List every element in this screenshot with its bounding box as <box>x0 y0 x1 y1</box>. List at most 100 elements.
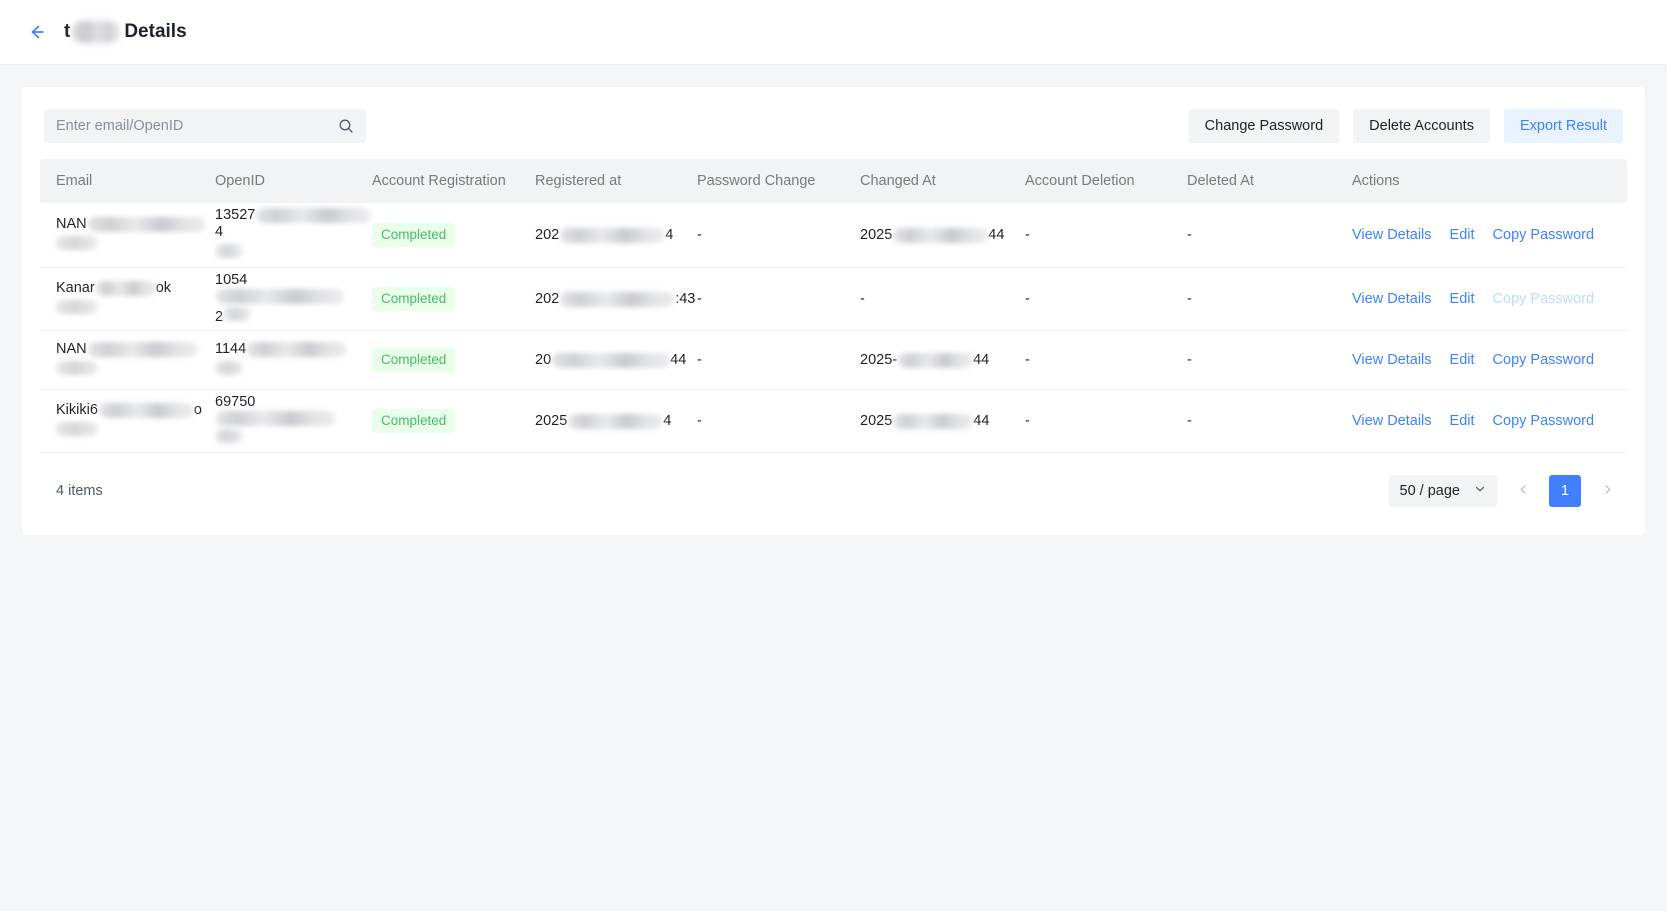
registered-at-prefix: 20 <box>535 351 552 368</box>
redacted-block <box>98 402 194 418</box>
pagination-prev-button[interactable] <box>1507 475 1539 507</box>
cell-account-registration: Completed <box>372 203 535 268</box>
search-input[interactable] <box>56 118 338 134</box>
cell-openid: 69750 <box>215 389 372 453</box>
copy-password-link[interactable]: Copy Password <box>1493 352 1595 368</box>
redacted-block <box>216 411 336 426</box>
cell-password-change: - <box>697 267 860 331</box>
search-box[interactable] <box>44 109 366 143</box>
registered-at-prefix: 202 <box>535 290 560 307</box>
cell-account-deletion: - <box>1025 389 1187 453</box>
page-title-text: Details <box>124 21 187 42</box>
view-details-link[interactable]: View Details <box>1352 291 1432 307</box>
cell-account-deletion: - <box>1025 330 1187 390</box>
pagination-page-1-button[interactable]: 1 <box>1549 475 1581 507</box>
status-badge: Completed <box>372 409 456 433</box>
export-result-button[interactable]: Export Result <box>1503 109 1623 143</box>
column-header-account-registration: Account Registration <box>372 159 535 203</box>
search-icon[interactable] <box>338 118 354 134</box>
cell-deleted-at: - <box>1187 330 1352 390</box>
registered-at-suffix: 4 <box>663 412 672 429</box>
view-details-link[interactable]: View Details <box>1352 413 1432 429</box>
column-header-password-change: Password Change <box>697 159 860 203</box>
content-card: Change Password Delete Accounts Export R… <box>22 87 1645 535</box>
redacted-block <box>560 227 666 243</box>
toolbar-actions: Change Password Delete Accounts Export R… <box>1188 109 1623 143</box>
edit-link[interactable]: Edit <box>1450 227 1475 243</box>
cell-actions: View Details Edit Copy Password <box>1352 203 1627 268</box>
cell-password-change: - <box>697 389 860 453</box>
chevron-right-icon <box>1602 483 1613 499</box>
table-toolbar: Change Password Delete Accounts Export R… <box>40 105 1627 159</box>
table-header: Email OpenID Account Registration Regist… <box>40 159 1627 203</box>
view-details-link[interactable]: View Details <box>1352 227 1432 243</box>
changed-at-suffix: 44 <box>973 412 990 429</box>
copy-password-link[interactable]: Copy Password <box>1493 227 1595 243</box>
email-prefix: Kikiki6 <box>56 401 98 418</box>
cell-changed-at: 2025 44 <box>860 203 1025 268</box>
cell-openid: 1144 <box>215 330 372 390</box>
redacted-block <box>216 289 344 304</box>
redacted-block <box>893 413 974 429</box>
cell-email: NAN <box>40 330 215 390</box>
redacted-block <box>552 352 671 368</box>
changed-at-prefix: 2025- <box>860 351 898 368</box>
account-deletion-value: - <box>1025 413 1030 429</box>
changed-at-suffix: 44 <box>988 226 1005 243</box>
redacted-block <box>56 421 98 436</box>
change-password-button[interactable]: Change Password <box>1188 109 1340 143</box>
view-details-link[interactable]: View Details <box>1352 352 1432 368</box>
registered-at-prefix: 2025 <box>535 412 568 429</box>
pagination-next-button[interactable] <box>1591 475 1623 507</box>
cell-account-registration: Completed <box>372 330 535 390</box>
edit-link[interactable]: Edit <box>1450 352 1475 368</box>
openid-second-line: 2 <box>215 309 224 325</box>
edit-link[interactable]: Edit <box>1450 413 1475 429</box>
cell-account-deletion: - <box>1025 203 1187 268</box>
openid-prefix: 69750 <box>215 394 256 410</box>
pagination: 50 / page 1 <box>1388 475 1623 507</box>
cell-registered-at: 202:43 <box>535 267 697 331</box>
registered-at-suffix: 44 <box>670 351 687 368</box>
cell-account-deletion: - <box>1025 267 1187 331</box>
edit-link[interactable]: Edit <box>1450 291 1475 307</box>
redacted-block <box>87 341 198 357</box>
delete-accounts-button[interactable]: Delete Accounts <box>1353 109 1490 143</box>
account-deletion-value: - <box>1025 352 1030 368</box>
column-header-openid: OpenID <box>215 159 372 203</box>
redacted-block <box>560 291 676 307</box>
table-header-row: Email OpenID Account Registration Regist… <box>40 159 1627 203</box>
cell-registered-at: 20 44 <box>535 330 697 390</box>
column-header-actions: Actions <box>1352 159 1627 203</box>
email-prefix: NAN <box>56 340 87 357</box>
table-body: NAN 13527 4 Completed 202 4-2025 44- - View Deta… <box>40 203 1627 453</box>
column-header-changed-at: Changed At <box>860 159 1025 203</box>
cell-registered-at: 202 4 <box>535 203 697 268</box>
redacted-block <box>215 244 243 258</box>
cell-changed-at: - <box>860 267 1025 331</box>
cell-email: NAN <box>40 203 215 268</box>
cell-email: Kikiki6 o <box>40 389 215 453</box>
copy-password-link[interactable]: Copy Password <box>1493 413 1595 429</box>
password-change-value: - <box>697 291 702 307</box>
page-body: Change Password Delete Accounts Export R… <box>0 65 1667 535</box>
redacted-block <box>215 360 243 375</box>
redacted-block <box>215 429 243 443</box>
table-row: Kanar ok 1054 2 Completed 202:43- - - - View Deta… <box>40 267 1627 331</box>
back-button[interactable] <box>20 15 54 49</box>
email-prefix: Kanar <box>56 279 95 296</box>
changed-at-prefix: 2025 <box>860 412 893 429</box>
email-suffix: ok <box>155 279 172 296</box>
password-change-value: - <box>697 413 702 429</box>
cell-actions: View Details Edit Copy Password <box>1352 389 1627 453</box>
cell-deleted-at: - <box>1187 203 1352 268</box>
deleted-at-value: - <box>1187 413 1192 429</box>
email-suffix: o <box>193 401 202 418</box>
openid-suffix: 4 <box>215 224 224 240</box>
redacted-block <box>256 208 372 223</box>
password-change-value: - <box>697 352 702 368</box>
deleted-at-value: - <box>1187 227 1192 243</box>
page-size-select[interactable]: 50 / page <box>1388 475 1497 507</box>
changed-at-prefix: - <box>860 290 865 307</box>
changed-at-suffix: 44 <box>973 351 990 368</box>
